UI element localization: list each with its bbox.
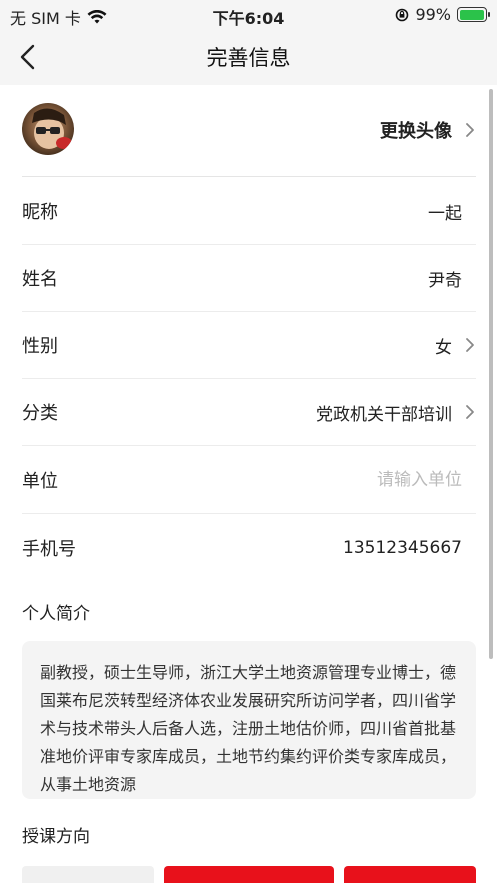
teaching-option-button[interactable]: 乡村建设管理 [164, 866, 334, 883]
bio-label: 个人简介 [22, 604, 90, 624]
organization-value[interactable] [222, 470, 476, 490]
organization-row[interactable]: 单位 [22, 447, 476, 514]
name-label: 姓名 [22, 269, 58, 290]
gender-row[interactable]: 性别 女 [22, 312, 476, 379]
battery-percent: 99% [415, 5, 451, 24]
organization-label: 单位 [22, 471, 58, 492]
gender-selector[interactable]: 女 [435, 333, 476, 358]
nickname-label: 昵称 [22, 202, 58, 223]
status-right: 99% [395, 5, 490, 24]
rotation-lock-icon [396, 8, 409, 21]
avatar[interactable] [22, 103, 74, 155]
nickname-row[interactable]: 昵称 一起 [22, 178, 476, 245]
battery-icon [457, 7, 490, 22]
status-bar: 无 SIM 卡 下午6:04 99% [0, 0, 497, 30]
gender-label: 性别 [22, 336, 58, 357]
chevron-right-icon [466, 123, 474, 137]
phone-value[interactable]: 13512345667 [343, 538, 476, 558]
nav-bar: 完善信息 [0, 30, 497, 85]
phone-text: 13512345667 [343, 537, 462, 558]
name-value[interactable]: 尹奇 [428, 266, 476, 291]
name-row[interactable]: 姓名 尹奇 [22, 245, 476, 312]
profile-form[interactable]: 更换头像 昵称 一起 姓名 尹奇 性别 女 分类 党政机关干部培训 单位 请输入… [0, 85, 497, 883]
avatar-row[interactable]: 更换头像 [22, 97, 476, 177]
category-text: 党政机关干部培训 [316, 404, 452, 425]
category-selector[interactable]: 党政机关干部培训 [316, 400, 476, 425]
change-avatar-label: 更换头像 [380, 121, 452, 142]
chevron-right-icon [466, 405, 474, 419]
teaching-buttons: 城市更新 乡村建设管理 城镇化 [22, 866, 476, 883]
chevron-right-icon [466, 338, 474, 352]
bio-textarea[interactable]: 副教授，硕士生导师，浙江大学土地资源管理专业博士，德国莱布尼茨转型经济体农业发展… [22, 641, 476, 799]
organization-input[interactable] [222, 470, 462, 490]
phone-row[interactable]: 手机号 13512345667 [22, 514, 476, 581]
gender-text: 女 [435, 337, 452, 358]
phone-label: 手机号 [22, 538, 76, 560]
nickname-value[interactable]: 一起 [428, 199, 476, 224]
teaching-label: 授课方向 [22, 827, 90, 847]
page-title: 完善信息 [206, 46, 291, 70]
change-avatar-button[interactable]: 更换头像 [380, 117, 476, 143]
name-text: 尹奇 [428, 270, 462, 291]
nickname-text: 一起 [428, 203, 462, 224]
teaching-option-button[interactable]: 城镇化 [344, 866, 476, 883]
category-row[interactable]: 分类 党政机关干部培训 [22, 379, 476, 446]
category-label: 分类 [22, 403, 58, 424]
scrollbar[interactable] [489, 89, 493, 659]
bio-text: 副教授，硕士生导师，浙江大学土地资源管理专业博士，德国莱布尼茨转型经济体农业发展… [40, 663, 457, 794]
teaching-option-button[interactable]: 城市更新 [22, 866, 154, 883]
battery-fill [459, 9, 485, 20]
avatar-image [22, 103, 74, 155]
